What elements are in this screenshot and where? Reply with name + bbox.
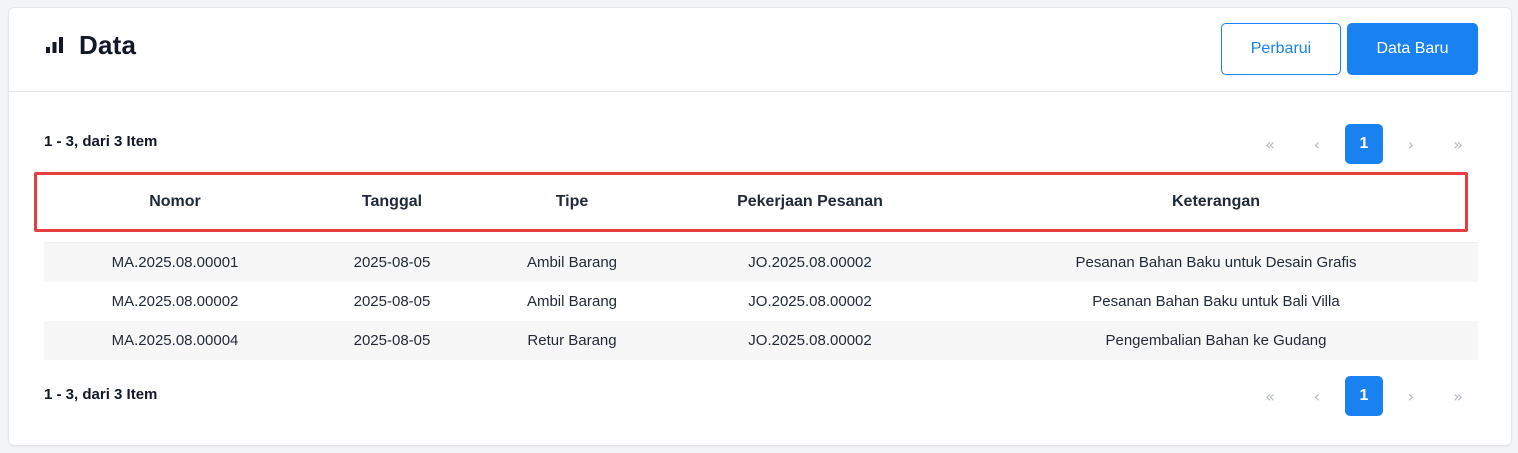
column-header-nomor[interactable]: Nomor xyxy=(44,175,306,229)
pagination-bottom: « ‹ 1 › » xyxy=(1251,376,1486,416)
cell-pekerjaan-pesanan: JO.2025.08.00002 xyxy=(748,332,872,349)
table-row[interactable]: MA.2025.08.00004 2025-08-05 Retur Barang… xyxy=(44,321,1478,360)
table-header: Nomor Tanggal Tipe Pekerjaan Pesanan Ket… xyxy=(34,172,1468,232)
cell-keterangan: Pesanan Bahan Baku untuk Bali Villa xyxy=(1092,293,1340,310)
page-number-button[interactable]: 1 xyxy=(1345,124,1383,164)
cell-nomor: MA.2025.08.00002 xyxy=(111,293,239,310)
last-page-button[interactable]: » xyxy=(1439,124,1477,164)
next-page-button[interactable]: › xyxy=(1392,376,1430,416)
pagination-top: « ‹ 1 › » xyxy=(1251,124,1486,164)
cell-pekerjaan-pesanan: JO.2025.08.00002 xyxy=(748,254,872,271)
table-row[interactable]: MA.2025.08.00001 2025-08-05 Ambil Barang… xyxy=(44,243,1478,282)
cell-tipe: Ambil Barang xyxy=(526,293,618,310)
last-page-button[interactable]: » xyxy=(1439,376,1477,416)
cell-pekerjaan-pesanan: JO.2025.08.00002 xyxy=(748,293,872,310)
cell-nomor: MA.2025.08.00001 xyxy=(111,254,239,271)
next-page-button[interactable]: › xyxy=(1392,124,1430,164)
table-body: MA.2025.08.00001 2025-08-05 Ambil Barang… xyxy=(44,242,1478,360)
first-page-button[interactable]: « xyxy=(1251,376,1289,416)
prev-page-button[interactable]: ‹ xyxy=(1298,376,1336,416)
bar-chart-icon xyxy=(46,37,63,53)
new-data-button[interactable]: Data Baru xyxy=(1347,23,1478,75)
cell-tanggal: 2025-08-05 xyxy=(353,332,431,349)
cell-nomor: MA.2025.08.00004 xyxy=(111,332,239,349)
table-row[interactable]: MA.2025.08.00002 2025-08-05 Ambil Barang… xyxy=(44,282,1478,321)
column-header-pekerjaan-pesanan[interactable]: Pekerjaan Pesanan xyxy=(666,175,954,229)
column-header-tipe[interactable]: Tipe xyxy=(478,175,666,229)
refresh-button[interactable]: Perbarui xyxy=(1221,23,1341,75)
column-header-tanggal[interactable]: Tanggal xyxy=(306,175,478,229)
cell-keterangan: Pengembalian Bahan ke Gudang xyxy=(1105,332,1327,349)
data-card: Data Perbarui Data Baru 1 - 3, dari 3 It… xyxy=(8,7,1512,446)
cell-tipe: Retur Barang xyxy=(527,332,617,349)
item-count-summary: 1 - 3, dari 3 Item xyxy=(44,133,158,150)
item-count-summary-bottom: 1 - 3, dari 3 Item xyxy=(44,386,158,403)
cell-tipe: Ambil Barang xyxy=(526,254,618,271)
cell-tanggal: 2025-08-05 xyxy=(353,254,431,271)
card-header: Data Perbarui Data Baru xyxy=(9,8,1511,92)
title-group: Data xyxy=(45,28,136,62)
first-page-button[interactable]: « xyxy=(1251,124,1289,164)
column-header-keterangan[interactable]: Keterangan xyxy=(954,175,1478,229)
page-number-button[interactable]: 1 xyxy=(1345,376,1383,416)
cell-tanggal: 2025-08-05 xyxy=(353,293,431,310)
page-title: Data xyxy=(79,30,137,60)
prev-page-button[interactable]: ‹ xyxy=(1298,124,1336,164)
cell-keterangan: Pesanan Bahan Baku untuk Desain Grafis xyxy=(1075,254,1357,271)
